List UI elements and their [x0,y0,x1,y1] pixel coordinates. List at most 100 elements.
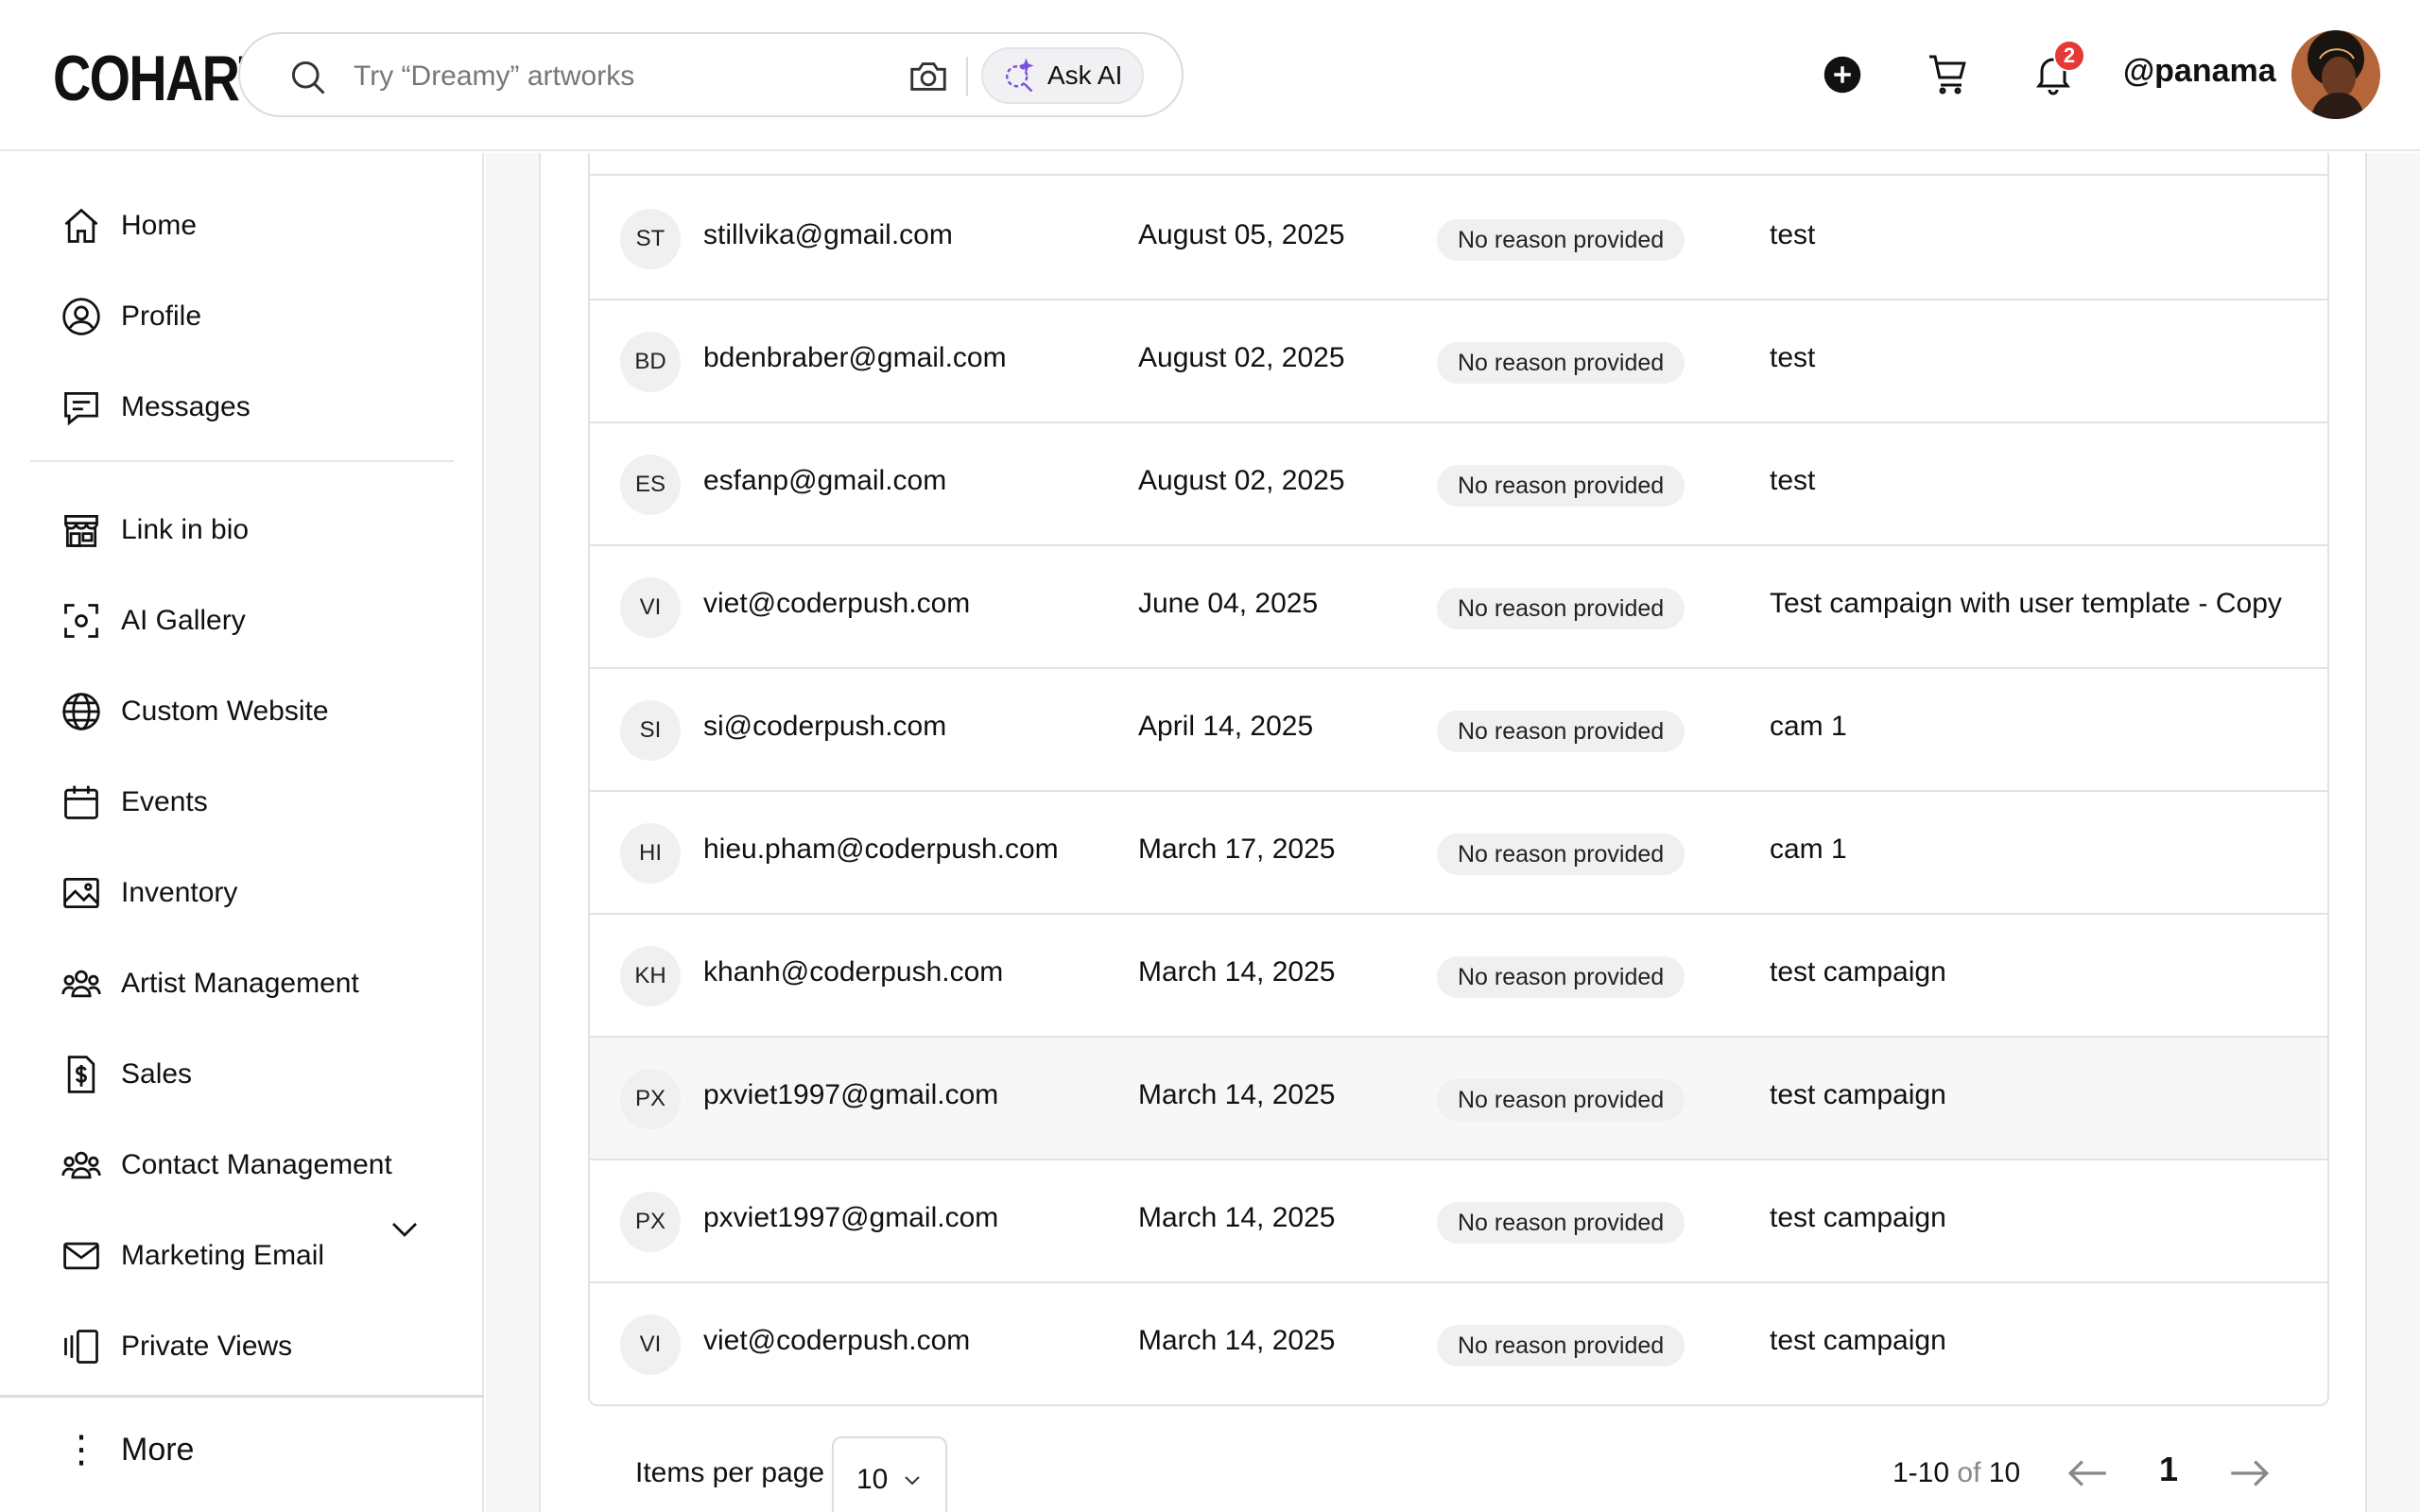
table-row[interactable]: SI si@coderpush.com April 14, 2025 No reaso… [590,669,2327,792]
sidebar-item-label: Link in bio [121,514,250,545]
sidebar-item-private-views[interactable]: Private Views [60,1318,292,1375]
sidebar-item-link-in-bio[interactable]: Link in bio [60,502,249,558]
sidebar-item-label: Custom Website [121,696,329,727]
notification-badge: 2 [2053,40,2085,72]
reason-badge: No reason provided [1437,956,1685,998]
sidebar-item-label: Contact Management [121,1149,392,1180]
sidebar-item-contact-management[interactable]: Contact Management [60,1137,392,1194]
contact-email: pxviet1997@gmail.com [703,1202,999,1233]
table-row[interactable]: ES esfanp@gmail.com August 02, 2025 No reas… [590,423,2327,546]
sidebar-item-artist-management[interactable]: Artist Management [60,955,359,1012]
search-divider [966,57,968,96]
camera-icon[interactable] [906,55,951,98]
reason-badge: No reason provided [1437,711,1685,752]
contact-email: si@coderpush.com [703,711,947,742]
sidebar-item-profile[interactable]: Profile [60,288,201,345]
unsubscribe-date: August 02, 2025 [1138,342,1345,373]
sidebar-item-messages[interactable]: Messages [60,379,251,436]
unsubscribe-date: March 14, 2025 [1138,1202,1336,1233]
more-label: More [121,1431,195,1468]
campaign-name: test campaign [1770,1079,1946,1110]
ai-sparkle-icon [1006,59,1034,93]
arrow-left-icon[interactable] [2065,1450,2112,1497]
message-icon [64,391,98,426]
ask-ai-button[interactable]: Ask AI [981,47,1144,104]
user-circle-icon [62,298,100,335]
contact-initials-avatar: VI [620,1314,681,1375]
pagination-range: 1-10 of 10 [1893,1457,2020,1489]
table-row[interactable]: ST stillvika@gmail.com August 05, 2025 No r… [590,178,2327,301]
arrow-right-icon[interactable] [2225,1450,2273,1497]
contact-email: esfanp@gmail.com [703,465,947,496]
table-row[interactable]: HI hieu.pham@coderpush.com March 17, 2025 N… [590,792,2327,915]
items-per-page-select[interactable]: 10 [832,1436,947,1512]
sidebar-item-home[interactable]: Home [60,198,197,254]
sidebar-item-label: Artist Management [121,968,359,999]
contact-email: stillvika@gmail.com [703,219,953,250]
sidebar-item-ai-gallery[interactable]: AI Gallery [60,593,246,649]
campaign-name: test [1770,342,1816,373]
sidebar-divider [30,460,454,462]
username[interactable]: @panama [2123,53,2276,90]
sidebar-item-label: Marketing Email [121,1240,325,1271]
contact-initials-avatar: BD [620,332,681,392]
sidebar: Home Profile Messages Link in bio AI Gal… [0,153,484,1512]
calendar-icon [64,785,98,819]
campaign-name: test [1770,465,1816,496]
campaign-name: Test campaign with user template - Copy [1770,588,2282,619]
contact-initials-avatar: VI [620,577,681,638]
main-content: ST stillvika@gmail.com August 05, 2025 No r… [486,153,2420,1512]
contact-email: hieu.pham@coderpush.com [703,833,1059,865]
search-icon [291,60,325,94]
unsubscribe-date: March 14, 2025 [1138,1325,1336,1356]
unsubscribe-date: June 04, 2025 [1138,588,1319,619]
sidebar-item-sales[interactable]: Sales [60,1046,192,1103]
table-row[interactable]: PX pxviet1997@gmail.com March 14, 2025 No r… [590,1160,2327,1283]
image-icon [63,877,99,909]
table-row[interactable]: VI viet@coderpush.com March 14, 2025 No rea… [590,1283,2327,1404]
more-button[interactable]: ⋮ More [60,1421,194,1478]
reason-badge: No reason provided [1437,219,1685,261]
sidebar-item-inventory[interactable]: Inventory [60,865,237,921]
unsubscribe-date: March 14, 2025 [1138,1079,1336,1110]
current-page[interactable]: 1 [2159,1450,2178,1489]
more-vertical-icon: ⋮ [62,1429,100,1470]
range-total: 10 [1988,1457,2021,1488]
contact-email: khanh@coderpush.com [703,956,1004,988]
add-circle-icon[interactable] [1823,55,1862,94]
contact-email: viet@coderpush.com [703,1325,971,1356]
content-panel: ST stillvika@gmail.com August 05, 2025 No r… [539,153,2367,1512]
chevron-down-icon[interactable] [388,1212,422,1246]
table-row[interactable]: KH khanh@coderpush.com March 14, 2025 No re… [590,915,2327,1038]
cohart-logo[interactable]: COHART [53,42,270,115]
sidebar-item-label: Inventory [121,877,238,908]
sidebar-item-label: Profile [121,301,202,332]
unsubscribe-date: August 05, 2025 [1138,219,1345,250]
user-avatar[interactable] [2291,30,2380,119]
sidebar-item-label: Private Views [121,1331,293,1362]
users-icon [61,970,101,998]
reason-badge: No reason provided [1437,1079,1685,1121]
table-row[interactable]: VI viet@coderpush.com June 04, 2025 No reas… [590,546,2327,669]
campaign-name: cam 1 [1770,833,1847,865]
reason-badge: No reason provided [1437,465,1685,507]
sidebar-item-custom-website[interactable]: Custom Website [60,683,329,740]
contact-initials-avatar: ST [620,209,681,269]
unsubscribe-date: April 14, 2025 [1138,711,1314,742]
reason-badge: No reason provided [1437,833,1685,875]
items-per-page-label: Items per page [635,1457,825,1488]
sidebar-item-marketing-email[interactable]: Marketing Email [60,1228,324,1284]
table-row[interactable]: PX pxviet1997@gmail.com March 14, 2025 No r… [590,1038,2327,1160]
contact-initials-avatar: PX [620,1192,681,1252]
unsubscribe-date: August 02, 2025 [1138,465,1345,496]
contact-email: pxviet1997@gmail.com [703,1079,999,1110]
contact-initials-avatar: ES [620,455,681,515]
sidebar-item-events[interactable]: Events [60,774,208,831]
contact-initials-avatar: SI [620,700,681,761]
table-row[interactable]: BD bdenbraber@gmail.com August 02, 2025 No … [590,301,2327,423]
contact-initials-avatar: PX [620,1069,681,1129]
table-header-edge [590,153,2327,176]
cart-icon[interactable] [1925,51,1972,96]
search-input[interactable] [354,51,883,102]
contact-email: bdenbraber@gmail.com [703,342,1007,373]
